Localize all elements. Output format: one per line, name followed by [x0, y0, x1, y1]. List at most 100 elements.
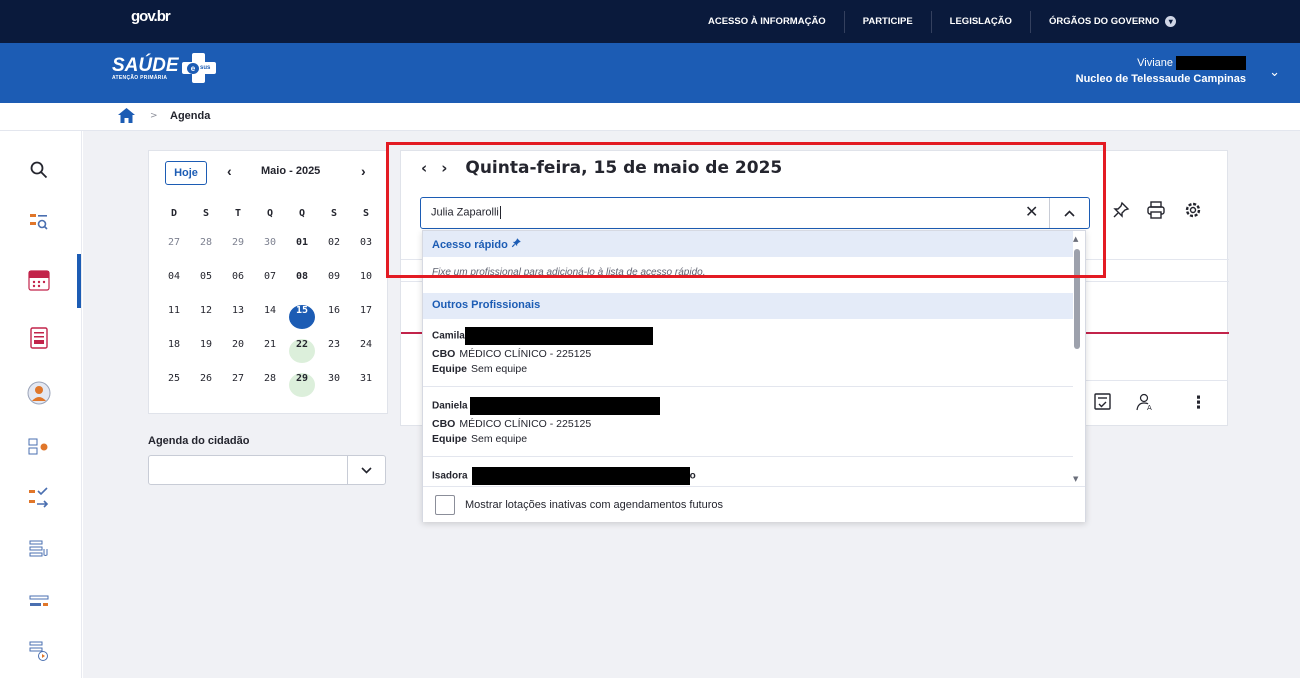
weekday-header: T	[234, 208, 242, 219]
gov-link-legislacao[interactable]: LEGISLAÇÃO	[932, 10, 1031, 33]
esus-cross-logo: e sus	[182, 53, 216, 83]
calendar-day[interactable]: 25	[161, 373, 187, 397]
calendar-day[interactable]: 15	[289, 305, 315, 329]
cds-form-icon[interactable]	[24, 323, 54, 353]
prev-month-button[interactable]: ‹	[227, 163, 232, 179]
print-icon[interactable]	[1147, 201, 1165, 224]
weekday-header: Q	[298, 208, 306, 219]
scroll-up-icon: ▲	[1073, 235, 1079, 243]
chevron-right-icon: >	[150, 111, 158, 121]
citizen-agenda-select[interactable]	[148, 455, 386, 485]
calendar-day[interactable]: 02	[321, 237, 347, 261]
transfer-icon[interactable]	[24, 483, 54, 513]
home-icon[interactable]	[118, 108, 135, 128]
calendar-day[interactable]: 14	[257, 305, 283, 329]
list-item[interactable]: Daniela CBO MÉDICO CLÍNICO - 225125 Equip…	[423, 389, 1073, 457]
calendar-day[interactable]: 17	[353, 305, 379, 329]
next-month-button[interactable]: ›	[361, 163, 366, 179]
user-name: Viviane	[1137, 56, 1173, 69]
attendance-icon[interactable]	[24, 432, 54, 462]
calendar-day[interactable]: 08	[289, 271, 315, 295]
calendar-day[interactable]: 03	[353, 237, 379, 261]
schedule-play-icon[interactable]	[24, 636, 54, 666]
medical-record-icon[interactable]	[24, 535, 54, 565]
calendar-day[interactable]: 31	[353, 373, 379, 397]
scroll-down-icon: ▼	[1073, 475, 1079, 483]
gov-link-orgaos[interactable]: ÓRGÃOS DO GOVERNO ▾	[1031, 11, 1194, 33]
scrollbar[interactable]: ▲ ▼	[1073, 235, 1081, 485]
search-icon[interactable]	[24, 155, 54, 185]
professional-dropdown: Acesso rápido Fixe um profissional para …	[422, 230, 1086, 522]
gov-logo[interactable]: gov.br	[131, 8, 171, 25]
calendar-day[interactable]: 11	[161, 305, 187, 329]
calendar-day[interactable]: 13	[225, 305, 251, 329]
inactive-checkbox[interactable]	[435, 495, 455, 515]
calendar-day[interactable]: 21	[257, 339, 283, 363]
scrollbar-thumb[interactable]	[1074, 249, 1080, 349]
user-settings-icon[interactable]: A	[1136, 393, 1154, 416]
professional-search-input[interactable]: Julia Zaparolli ✕	[420, 197, 1090, 229]
saude-logo[interactable]: SAÚDE ATENÇÃO PRIMÁRIA	[112, 55, 179, 81]
list-item[interactable]: Isadora o	[423, 459, 1073, 486]
calendar-day[interactable]: 09	[321, 271, 347, 295]
inactive-checkbox-label[interactable]: Mostrar lotações inativas com agendament…	[465, 499, 723, 511]
queue-search-icon[interactable]	[24, 206, 54, 236]
checklist-icon[interactable]	[1094, 393, 1111, 415]
pin-icon	[511, 238, 522, 251]
citizen-icon[interactable]	[24, 378, 54, 408]
svg-text:A: A	[1147, 404, 1152, 411]
quick-access-hint: Fixe um profissional para adicioná-lo à …	[432, 267, 706, 278]
calendar-day[interactable]: 05	[193, 271, 219, 295]
others-header: Outros Profissionais	[423, 293, 1073, 319]
calendar-day[interactable]: 20	[225, 339, 251, 363]
gov-bar: gov.br ACESSO À INFORMAÇÃO PARTICIPE LEG…	[0, 0, 1300, 43]
user-unit: Nucleo de Telessaude Campinas	[1075, 73, 1246, 85]
weekday-header: Q	[266, 208, 274, 219]
chevron-down-icon: ▾	[1165, 16, 1177, 27]
calendar-day[interactable]: 29	[289, 373, 315, 397]
calendar-day[interactable]: 10	[353, 271, 379, 295]
chevron-down-icon[interactable]	[347, 456, 385, 484]
chevron-down-icon[interactable]: ⌄	[1269, 65, 1280, 80]
today-button[interactable]: Hoje	[165, 161, 207, 185]
sidebar	[0, 131, 82, 678]
redaction	[469, 397, 660, 415]
weekday-header: S	[202, 208, 210, 219]
user-menu[interactable]: Viviane Nucleo de Telessaude Campinas	[1076, 56, 1246, 85]
gov-link-participe[interactable]: PARTICIPE	[845, 10, 932, 33]
calendar-day[interactable]: 24	[353, 339, 379, 363]
calendar-day[interactable]: 16	[321, 305, 347, 329]
pin-icon[interactable]	[1112, 201, 1130, 224]
calendar-day[interactable]: 07	[257, 271, 283, 295]
next-day-button[interactable]: ›	[441, 159, 447, 177]
calendar-day[interactable]: 04	[161, 271, 187, 295]
calendar-day[interactable]: 01	[289, 237, 315, 261]
calendar-day[interactable]: 27	[225, 373, 251, 397]
calendar-day[interactable]: 22	[289, 339, 315, 363]
citizen-agenda-label: Agenda do cidadão	[148, 435, 250, 447]
calendar-day[interactable]: 18	[161, 339, 187, 363]
prev-day-button[interactable]: ‹	[421, 159, 427, 177]
calendar-day[interactable]: 30	[321, 373, 347, 397]
weekday-header: S	[330, 208, 338, 219]
gear-icon[interactable]	[1184, 201, 1202, 224]
list-icon[interactable]	[24, 588, 54, 618]
calendar-day[interactable]: 30	[257, 237, 283, 261]
list-item[interactable]: Camila CBO MÉDICO CLÍNICO - 225125 Equipe…	[423, 319, 1073, 387]
calendar-day[interactable]: 26	[193, 373, 219, 397]
calendar-day[interactable]: 23	[321, 339, 347, 363]
redaction	[471, 467, 690, 485]
gov-link-acesso[interactable]: ACESSO À INFORMAÇÃO	[690, 10, 845, 33]
close-icon[interactable]: ✕	[1025, 202, 1038, 221]
more-options-icon[interactable]: ⋮	[1190, 393, 1207, 413]
calendar-day[interactable]: 28	[193, 237, 219, 261]
chevron-up-icon[interactable]	[1049, 198, 1089, 228]
calendar-day[interactable]: 12	[193, 305, 219, 329]
calendar-day[interactable]: 06	[225, 271, 251, 295]
breadcrumb: > Agenda	[0, 103, 1300, 131]
calendar-day[interactable]: 27	[161, 237, 187, 261]
calendar-day[interactable]: 19	[193, 339, 219, 363]
calendar-day[interactable]: 28	[257, 373, 283, 397]
calendar-icon[interactable]	[24, 265, 54, 295]
calendar-day[interactable]: 29	[225, 237, 251, 261]
